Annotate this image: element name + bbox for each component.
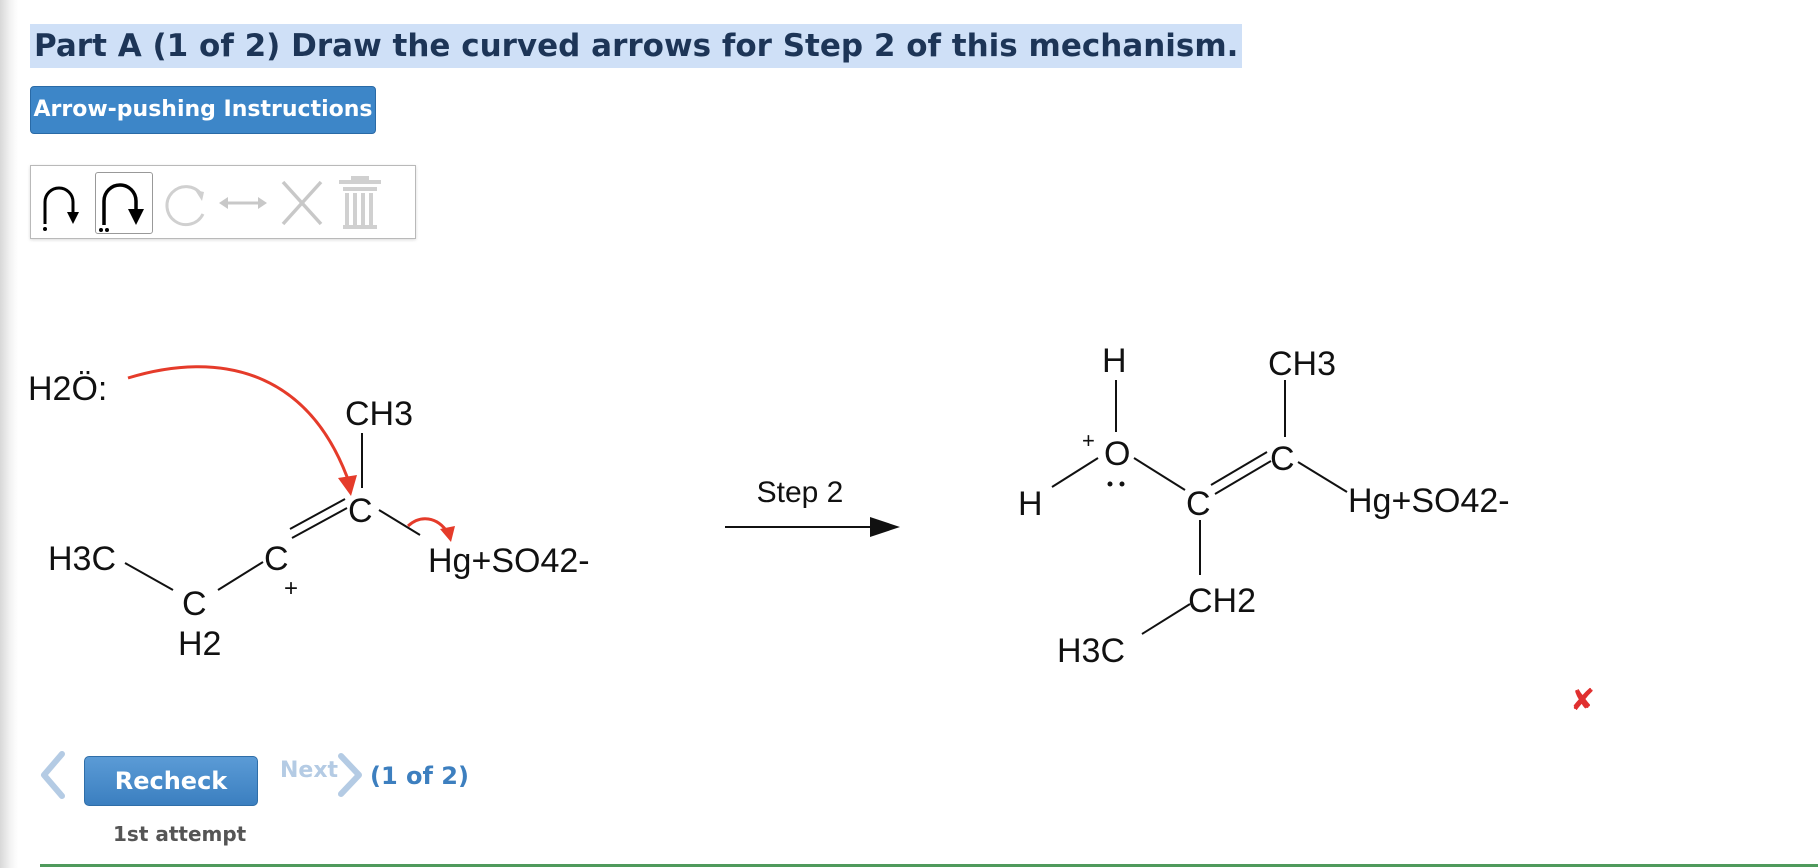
part-counter: (1 of 2) — [370, 762, 469, 790]
previous-chevron-icon[interactable] — [36, 750, 70, 800]
reactant-h3c-label: H3C — [48, 540, 116, 578]
reactant-mercury-sulfate: Hg+SO42- — [428, 542, 590, 580]
curved-arrow-head — [440, 526, 455, 542]
curved-arrow-water-to-carbon[interactable] — [127, 365, 352, 486]
carbocation-charge: + — [284, 575, 298, 602]
product-oxygen: O — [1104, 435, 1130, 473]
next-chevron-icon[interactable] — [335, 752, 365, 798]
water-nucleophile[interactable]: H2Ö: — [28, 370, 107, 408]
product-h-left: H — [1018, 485, 1043, 523]
product-h3c: H3C — [1057, 632, 1125, 670]
cation-carbon-label: C — [264, 540, 289, 578]
reactant-methyl-label: CH3 — [345, 395, 413, 433]
product-mercury-sulfate: Hg+SO42- — [1348, 482, 1510, 520]
reactant-structure: H2Ö: CH3 C C + H3C C H2 Hg+SO42- — [28, 365, 590, 663]
mechanism-canvas[interactable]: H2Ö: CH3 C C + H3C C H2 Hg+SO42- Step 2 … — [0, 0, 1818, 868]
product-ch2: CH2 — [1188, 582, 1256, 620]
ch2-carbon-label: C — [182, 585, 207, 623]
oxonium-charge: + — [1082, 428, 1095, 453]
incorrect-mark-icon: ✘ — [1570, 683, 1596, 718]
step-label: Step 2 — [757, 476, 844, 509]
product-carbon-left: C — [1186, 485, 1211, 523]
next-button[interactable]: Next — [280, 758, 338, 783]
reaction-arrow: Step 2 — [725, 476, 900, 537]
product-carbon-right: C — [1270, 440, 1295, 478]
product-h-top: H — [1102, 342, 1127, 380]
ch2-hydrogen-label: H2 — [178, 625, 221, 663]
product-methyl: CH3 — [1268, 345, 1336, 383]
recheck-button[interactable]: Recheck — [84, 756, 258, 806]
bottom-divider — [40, 864, 1818, 867]
product-structure: H + O H C C CH3 Hg+SO42- CH2 H3C — [1018, 342, 1510, 670]
reactant-carbon-label: C — [348, 492, 373, 530]
attempt-label: 1st attempt — [113, 822, 247, 846]
